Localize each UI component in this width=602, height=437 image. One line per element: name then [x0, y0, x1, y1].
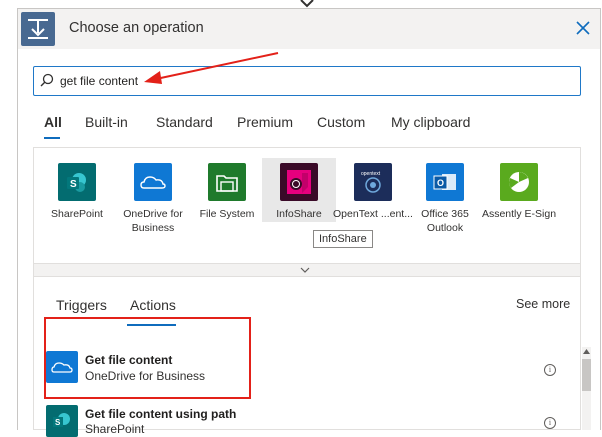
annotation-arrow — [144, 52, 279, 84]
file-system-icon — [208, 163, 246, 201]
connector-label: OneDrive for Business — [123, 208, 183, 234]
connector-opentext[interactable]: opentext OpenText ...ent... — [332, 163, 414, 221]
tab-custom[interactable]: Custom — [317, 114, 365, 130]
tab-triggers[interactable]: Triggers — [56, 297, 107, 313]
chevron-down-icon — [300, 267, 310, 273]
connector-office365-outlook[interactable]: O Office 365 Outlook — [404, 163, 486, 235]
action-subtitle: SharePoint — [85, 422, 145, 436]
connector-grid: S SharePoint OneDrive for Business File … — [33, 147, 581, 265]
active-tab-indicator — [44, 137, 60, 139]
outlook-icon: O — [426, 163, 464, 201]
sharepoint-icon: S — [58, 163, 96, 201]
svg-text:O: O — [437, 178, 444, 188]
svg-text:opentext: opentext — [361, 171, 381, 177]
see-more-link[interactable]: See more — [516, 297, 570, 311]
annotation-highlight-box — [44, 317, 251, 399]
scrollbar-thumb[interactable] — [582, 359, 591, 391]
connector-sharepoint[interactable]: S SharePoint — [36, 163, 118, 221]
page-title: Choose an operation — [69, 20, 204, 36]
search-box[interactable] — [33, 66, 581, 96]
connector-label: InfoShare — [276, 208, 322, 220]
sharepoint-icon: S — [46, 405, 78, 437]
connector-label: OpenText ...ent... — [333, 208, 413, 220]
connector-infoshare[interactable]: InfoShare — [258, 163, 340, 221]
close-icon — [576, 21, 590, 35]
connector-label: File System — [199, 208, 255, 220]
scroll-up-icon — [583, 349, 590, 354]
action-item-get-file-content-using-path[interactable]: S Get file content using path SharePoint… — [34, 397, 574, 437]
connector-onedrive-business[interactable]: OneDrive for Business — [112, 163, 194, 235]
info-icon[interactable]: i — [544, 417, 556, 429]
assently-icon — [500, 163, 538, 201]
tab-standard[interactable]: Standard — [156, 114, 213, 130]
close-button[interactable] — [572, 17, 594, 39]
tab-all[interactable]: All — [44, 114, 62, 130]
tab-premium[interactable]: Premium — [237, 114, 293, 130]
connector-label: Office 365 Outlook — [421, 208, 469, 234]
svg-text:S: S — [55, 418, 61, 427]
card-header: Choose an operation — [18, 9, 600, 49]
tooltip: InfoShare — [313, 230, 373, 248]
operation-icon — [21, 12, 55, 46]
svg-text:S: S — [70, 179, 77, 190]
connector-file-system[interactable]: File System — [186, 163, 268, 221]
onedrive-icon — [134, 163, 172, 201]
tab-built-in[interactable]: Built-in — [85, 114, 128, 130]
search-icon — [40, 73, 54, 87]
connector-label: Assently E-Sign — [481, 208, 557, 220]
tab-my-clipboard[interactable]: My clipboard — [391, 114, 470, 130]
search-input[interactable] — [60, 70, 560, 92]
info-icon[interactable]: i — [544, 364, 556, 376]
collapse-bar[interactable] — [33, 263, 581, 277]
scrollbar[interactable] — [582, 347, 591, 430]
connector-assently[interactable]: Assently E-Sign — [478, 163, 560, 221]
connector-label: SharePoint — [51, 208, 103, 220]
tab-actions[interactable]: Actions — [130, 297, 176, 313]
actions-panel: Triggers Actions See more Get file conte… — [33, 277, 591, 437]
action-title: Get file content using path — [85, 407, 237, 421]
operation-card: Choose an operation All Built-in Standar… — [17, 8, 601, 437]
flow-arrow-icon — [300, 0, 314, 8]
infoshare-icon — [280, 163, 318, 201]
opentext-icon: opentext — [354, 163, 392, 201]
